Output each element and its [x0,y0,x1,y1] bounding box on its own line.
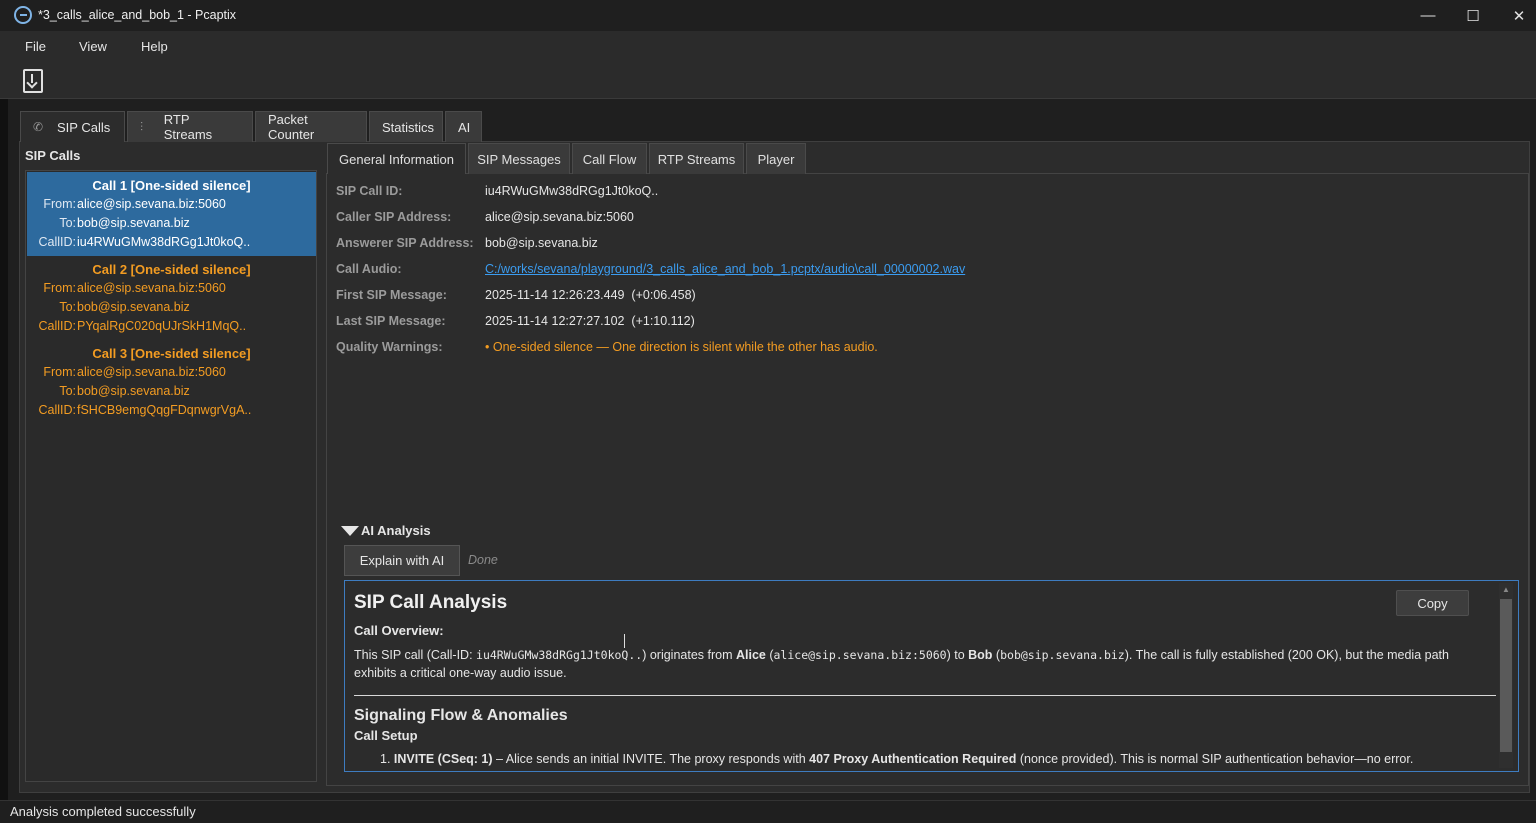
status-text: Analysis completed successfully [10,804,196,819]
analysis-heading: SIP Call Analysis [354,592,508,613]
app-logo-icon [14,6,32,24]
call-title: Call 1 [One-sided silence] [92,178,251,193]
call-overview-text: This SIP call (Call-ID: iu4RWuGMw38dRGg1… [354,648,1449,680]
callid-key: CallID: [38,235,76,249]
to-value: bob@sip.sevana.biz [77,384,190,398]
file-download-icon[interactable] [23,69,43,93]
tab-ai[interactable]: AI [445,111,482,142]
tab-rtp-streams[interactable]: ⫶ RTP Streams [127,111,253,142]
tab-general-information[interactable]: General Information [327,143,466,174]
from-key: From: [43,197,76,211]
first-sip-message-label: First SIP Message: [336,288,447,302]
ai-analysis-title: AI Analysis [361,523,431,538]
to-key: To: [59,300,76,314]
to-value: bob@sip.sevana.biz [77,216,190,230]
tab-packet-counter[interactable]: Packet Counter [255,111,367,142]
window-title: *3_calls_alice_and_bob_1 - Pcaptix [38,8,237,22]
tab-label: SIP Calls [57,119,111,135]
to-key: To: [59,384,76,398]
tab-label: RTP Streams [163,112,213,142]
from-value: alice@sip.sevana.biz:5060 [77,197,226,211]
callid-value: fSHCB9emgQqgFDqnwgrVgA.. [77,403,252,417]
from-value: alice@sip.sevana.biz:5060 [77,281,226,295]
tab-call-flow[interactable]: Call Flow [572,143,647,174]
last-sip-message-value: 2025-11-14 12:27:27.102 (+1:10.112) [485,314,695,328]
ai-analysis-toggle[interactable]: AI Analysis [341,523,431,538]
tab-label: Packet Counter [268,112,315,142]
first-sip-message-value: 2025-11-14 12:26:23.449 (+0:06.458) [485,288,696,302]
ai-status-label: Done [468,553,498,567]
caller-value: alice@sip.sevana.biz:5060 [485,210,634,224]
collapse-triangle-icon [341,525,359,536]
answerer-label: Answerer SIP Address: [336,236,474,250]
toolbar [0,63,1536,99]
callid-value: PYqalRgC020qUJrSkH1MqQ.. [77,319,247,333]
copy-button[interactable]: Copy [1396,590,1469,616]
status-bar [0,800,1536,823]
last-sip-message-label: Last SIP Message: [336,314,446,328]
call-list-item-1[interactable]: Call 1 [One-sided silence] From: alice@si… [27,172,316,256]
call-list-item-2[interactable]: Call 2 [One-sided silence] From: alice@si… [27,256,316,340]
caller-label: Caller SIP Address: [336,210,452,224]
maximize-button[interactable]: ☐ [1450,0,1496,31]
tab-statistics[interactable]: Statistics [369,111,443,142]
answerer-value: bob@sip.sevana.biz [485,236,598,250]
tab-label: Statistics [382,119,435,135]
callid-value: iu4RWuGMw38dRGg1Jt0koQ.. [77,235,251,249]
explain-with-ai-button[interactable]: Explain with AI [344,545,460,576]
section-divider [354,695,1496,696]
call-setup-heading: Call Setup [354,728,418,743]
sip-call-id-value: iu4RWuGMw38dRGg1Jt0koQ.. [485,184,659,198]
phone-icon: ✆ [33,120,44,134]
quality-warnings-label: Quality Warnings: [336,340,443,354]
scrollbar-thumb[interactable] [1500,599,1512,752]
menu-file[interactable]: File [25,39,46,54]
callid-key: CallID: [38,403,76,417]
setup-step-1: 1. INVITE (CSeq: 1) – Alice sends an ini… [380,752,1414,766]
scroll-up-arrow-icon[interactable]: ▲ [1500,585,1512,597]
close-button[interactable]: ✕ [1496,0,1536,31]
quality-warnings-value: • One-sided silence — One direction is s… [485,340,878,354]
from-key: From: [43,281,76,295]
tab-player[interactable]: Player [746,143,806,174]
menu-view[interactable]: View [79,39,107,54]
sip-call-list[interactable]: Call 1 [One-sided silence] From: alice@si… [25,170,317,782]
callid-key: CallID: [38,319,76,333]
sip-calls-heading: SIP Calls [25,148,81,163]
to-key: To: [59,216,76,230]
tab-rtp-streams-detail[interactable]: RTP Streams [649,143,744,174]
left-edge [0,99,8,823]
waveform-icon: ⫶ [140,120,144,134]
sip-call-id-label: SIP Call ID: [336,184,403,198]
call-list-item-3[interactable]: Call 3 [One-sided silence] From: alice@si… [27,340,316,424]
call-audio-label: Call Audio: [336,262,402,276]
menu-help[interactable]: Help [141,39,168,54]
tab-label: AI [458,119,471,135]
from-value: alice@sip.sevana.biz:5060 [77,365,226,379]
to-value: bob@sip.sevana.biz [77,300,190,314]
call-title: Call 3 [One-sided silence] [92,346,251,361]
tab-sip-messages[interactable]: SIP Messages [468,143,570,174]
call-audio-link[interactable]: C:/works/sevana/playground/3_calls_alice… [485,262,965,276]
tab-sip-calls[interactable]: ✆ SIP Calls [20,111,125,142]
signaling-flow-heading: Signaling Flow & Anomalies [354,707,568,724]
call-overview-heading: Call Overview: [354,623,444,638]
menu-bar [0,31,1536,63]
text-cursor-icon [624,634,626,648]
call-title: Call 2 [One-sided silence] [92,262,251,277]
minimize-button[interactable]: — [1405,0,1451,31]
from-key: From: [43,365,76,379]
